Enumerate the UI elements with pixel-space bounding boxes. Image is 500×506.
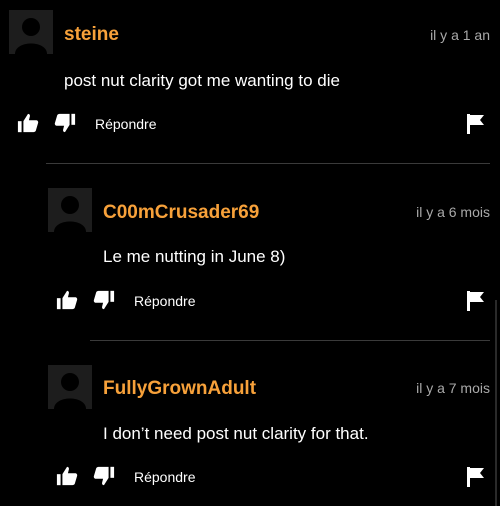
divider (46, 163, 490, 164)
divider (90, 340, 490, 341)
comment-text: I don’t need post nut clarity for that. (103, 424, 369, 443)
username[interactable]: FullyGrownAdult (103, 378, 256, 400)
thumbs-down-icon[interactable] (54, 112, 76, 139)
flag-icon[interactable] (467, 291, 485, 316)
flag-icon[interactable] (467, 114, 485, 139)
comment-1: steine il y a 1 an post nut clarity got … (0, 0, 500, 160)
comment-text: Le me nutting in June 8) (103, 247, 286, 266)
reply-button[interactable]: Répondre (134, 469, 196, 485)
username[interactable]: steine (64, 24, 119, 46)
flag-icon[interactable] (467, 467, 485, 492)
thumbs-up-icon[interactable] (56, 465, 78, 492)
thumbs-up-icon[interactable] (17, 112, 39, 139)
thumbs-down-icon[interactable] (93, 289, 115, 316)
thumbs-down-icon[interactable] (93, 465, 115, 492)
timestamp: il y a 6 mois (416, 204, 490, 220)
reply-button[interactable]: Répondre (95, 116, 157, 132)
scrollbar[interactable] (495, 300, 497, 506)
username[interactable]: C00mCrusader69 (103, 202, 259, 224)
comment-2: C00mCrusader69 il y a 6 mois Le me nutti… (0, 165, 500, 340)
timestamp: il y a 7 mois (416, 380, 490, 396)
thumbs-up-icon[interactable] (56, 289, 78, 316)
comment-actions: Répondre (0, 465, 500, 489)
timestamp: il y a 1 an (430, 27, 490, 43)
comment-text: post nut clarity got me wanting to die (64, 71, 340, 90)
comment-actions: Répondre (0, 112, 500, 136)
avatar[interactable] (9, 10, 53, 54)
comment-3: FullyGrownAdult il y a 7 mois I don’t ne… (0, 342, 500, 506)
comment-actions: Répondre (0, 289, 500, 313)
reply-button[interactable]: Répondre (134, 293, 196, 309)
avatar[interactable] (48, 365, 92, 409)
avatar[interactable] (48, 188, 92, 232)
